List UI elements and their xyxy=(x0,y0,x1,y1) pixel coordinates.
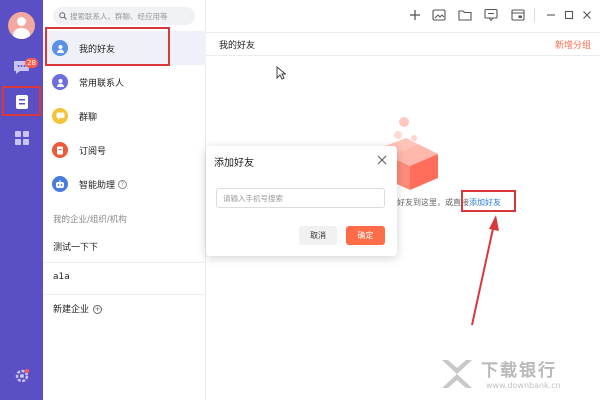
plus-circle-icon: + xyxy=(93,305,103,314)
nav-item-label: 智能助理 xyxy=(79,180,116,191)
phone-search-input[interactable] xyxy=(216,188,385,208)
page-title: 我的好友 xyxy=(219,41,256,51)
close-icon[interactable] xyxy=(376,154,388,166)
contact-icon xyxy=(52,74,68,90)
search-input[interactable] xyxy=(70,11,190,21)
nav-item-subscriptions[interactable]: 订阅号 xyxy=(43,133,206,167)
org-item[interactable]: 测试一下下 xyxy=(53,240,98,253)
main-header xyxy=(206,32,600,56)
annotation-box-rail xyxy=(2,86,41,116)
new-org-label: 新建企业 xyxy=(53,305,90,315)
search-box[interactable] xyxy=(53,7,195,25)
org-item[interactable]: a1a xyxy=(53,272,70,282)
nav-item-label: 群聊 xyxy=(79,112,98,123)
minimize-icon[interactable] xyxy=(545,9,557,21)
toolbar xyxy=(206,0,600,32)
window-layout-icon[interactable] xyxy=(511,8,525,22)
folder-icon[interactable] xyxy=(458,8,472,22)
help-icon[interactable]: ? xyxy=(118,179,128,189)
group-chat-icon xyxy=(52,108,68,124)
empty-hint-text: 好友到这里，或直接 xyxy=(397,198,469,207)
toolbar-separator xyxy=(534,8,535,22)
robot-icon xyxy=(52,176,68,192)
plus-icon[interactable] xyxy=(408,8,422,22)
watermark-logo-icon xyxy=(442,360,472,388)
search-icon xyxy=(59,12,67,20)
dialog-title: 添加好友 xyxy=(214,158,254,169)
chat-badge: 28 xyxy=(25,58,38,68)
nav-item-label: 常用联系人 xyxy=(79,78,125,89)
annotation-box-add-link xyxy=(461,190,516,212)
subscription-icon xyxy=(52,142,68,158)
nav-item-groups[interactable]: 群聊 xyxy=(43,99,206,133)
settings-gear-icon[interactable] xyxy=(12,366,31,385)
add-friend-dialog: 添加好友 取消 确定 xyxy=(206,146,397,256)
nav-item-contacts[interactable]: 常用联系人 xyxy=(43,65,206,99)
close-window-icon[interactable] xyxy=(581,9,593,21)
maximize-icon[interactable] xyxy=(563,9,575,21)
nav-item-label: 订阅号 xyxy=(79,146,107,157)
org-section-label: 我的企业/组织/机构 xyxy=(53,215,127,225)
avatar[interactable] xyxy=(8,12,35,39)
new-org-button[interactable]: 新建企业 + xyxy=(53,302,103,315)
confirm-button[interactable]: 确定 xyxy=(346,226,385,245)
apps-grid-icon[interactable] xyxy=(12,128,31,147)
message-board-icon[interactable] xyxy=(484,8,498,22)
divider xyxy=(43,262,206,263)
divider xyxy=(43,294,206,295)
new-group-button[interactable]: 新增分组 xyxy=(555,38,591,51)
screenshot-icon[interactable] xyxy=(432,8,446,22)
watermark-subtitle: www.downbank.cn xyxy=(486,381,561,390)
nav-item-assistant[interactable]: 智能助理 ? xyxy=(43,167,206,201)
mouse-cursor-icon xyxy=(276,66,286,80)
cancel-button[interactable]: 取消 xyxy=(299,226,337,245)
watermark-title: 下载银行 xyxy=(481,361,557,381)
annotation-box-friends xyxy=(45,27,170,66)
